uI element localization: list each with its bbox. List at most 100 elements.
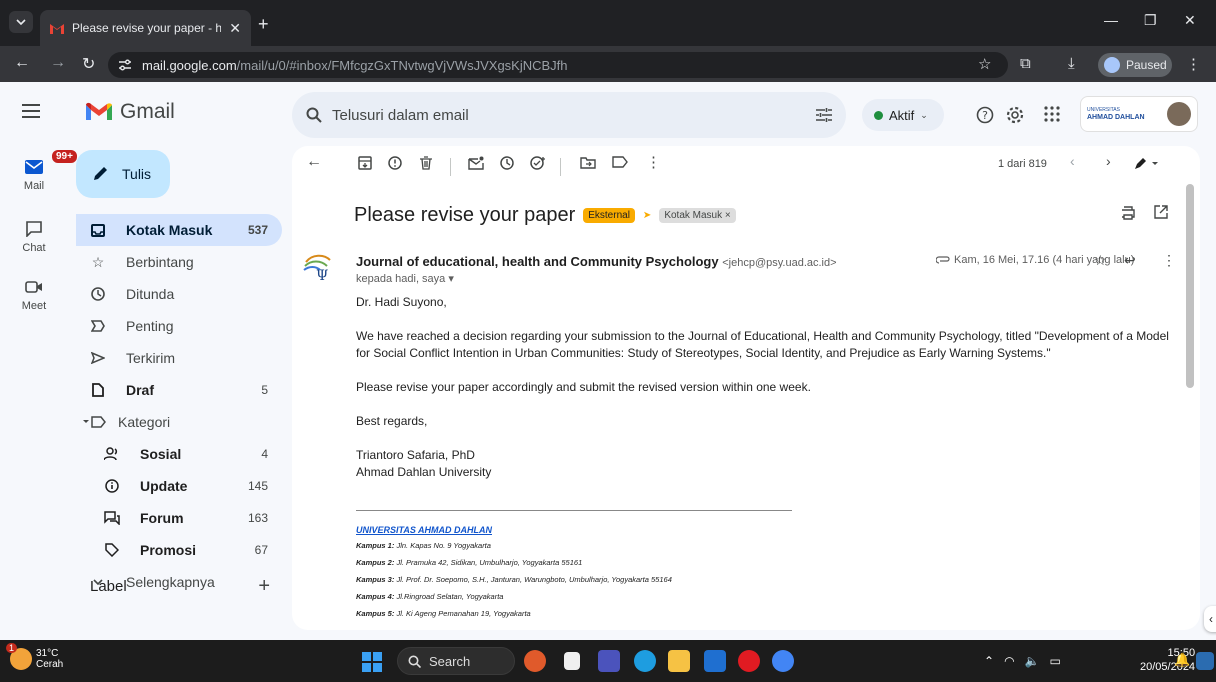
sidebar-item-count: 5: [261, 383, 268, 397]
extensions-icon[interactable]: ⧉: [1020, 55, 1031, 72]
gmail-header: Gmail Telusuri dalam email Aktif ⌄ ? UNI…: [0, 82, 1216, 146]
older-button[interactable]: ›: [1106, 153, 1111, 169]
help-icon[interactable]: ?: [976, 106, 994, 124]
weather-badge: 1: [6, 643, 18, 653]
sidebar-item-starred[interactable]: ☆ Berbintang: [76, 246, 282, 278]
inbox-label-chip[interactable]: Kotak Masuk ×: [659, 208, 736, 223]
downloads-icon[interactable]: ⤓: [1068, 55, 1075, 72]
open-new-window-icon[interactable]: [1154, 205, 1168, 219]
notification-bell-icon[interactable]: 🔔: [1174, 652, 1190, 668]
news-widget-icon[interactable]: [524, 650, 546, 672]
add-task-icon[interactable]: [530, 156, 546, 170]
wifi-icon[interactable]: ◠: [1004, 654, 1014, 668]
sidebar-item-inbox[interactable]: Kotak Masuk 537: [76, 214, 282, 246]
minimize-button[interactable]: —: [1104, 12, 1118, 28]
bookmark-star-icon[interactable]: ☆: [978, 55, 991, 73]
sidebar-item-social[interactable]: Sosial 4: [76, 438, 282, 470]
search-bar[interactable]: Telusuri dalam email: [292, 92, 846, 138]
mark-unread-icon[interactable]: [468, 156, 484, 170]
battery-icon[interactable]: ▭: [1050, 654, 1061, 668]
report-spam-icon[interactable]: [388, 156, 402, 170]
more-options-icon[interactable]: ⋮: [646, 153, 661, 171]
task-view-icon[interactable]: [564, 652, 580, 670]
file-explorer-icon[interactable]: [668, 650, 690, 672]
gmail-logo[interactable]: Gmail: [86, 100, 175, 124]
more-options-icon[interactable]: ⋮: [1162, 252, 1176, 269]
delete-icon[interactable]: [420, 156, 432, 170]
sidebar-item-label: Kategori: [118, 414, 171, 430]
importance-marker-icon[interactable]: ➤: [643, 210, 651, 221]
edge-icon[interactable]: [634, 650, 656, 672]
settings-gear-icon[interactable]: [1006, 106, 1024, 124]
sidebar-item-categories[interactable]: Kategori: [76, 406, 282, 438]
apps-grid-icon[interactable]: [1044, 106, 1060, 122]
chat-icon: [18, 218, 50, 240]
journal-avatar[interactable]: Ψ: [302, 250, 334, 286]
account-button[interactable]: UNIVERSITAS AHMAD DAHLAN: [1080, 96, 1198, 132]
opera-icon[interactable]: [738, 650, 760, 672]
new-tab-button[interactable]: +: [258, 14, 269, 35]
archive-icon[interactable]: [358, 156, 372, 170]
mail-app-icon[interactable]: [704, 650, 726, 672]
sender-name[interactable]: Journal of educational, health and Commu…: [356, 254, 837, 269]
sidebar-item-important[interactable]: Penting: [76, 310, 282, 342]
search-options-icon[interactable]: [816, 108, 832, 122]
newer-button[interactable]: ‹: [1070, 153, 1075, 169]
sidebar-item-updates[interactable]: Update 145: [76, 470, 282, 502]
search-icon[interactable]: [306, 107, 322, 123]
add-label-button[interactable]: +: [258, 576, 270, 596]
search-input[interactable]: Telusuri dalam email: [332, 107, 806, 124]
star-icon[interactable]: ☆: [1094, 252, 1107, 269]
compose-button[interactable]: Tulis: [76, 150, 170, 198]
sidebar-item-snoozed[interactable]: Ditunda: [76, 278, 282, 310]
external-label-chip[interactable]: Eksternal: [583, 208, 635, 223]
campus-address: Jl. Pramuka 42, Sidikan, Umbulharjo, Yog…: [396, 558, 583, 567]
windows-start-icon[interactable]: [362, 652, 382, 672]
rail-mail[interactable]: 99+ Mail: [0, 148, 79, 192]
tab-close-icon[interactable]: ✕: [229, 20, 241, 37]
teams-icon[interactable]: [598, 650, 620, 672]
taskbar-search[interactable]: Search: [397, 647, 515, 675]
side-panel-toggle[interactable]: ‹: [1204, 606, 1216, 632]
sidebar-item-sent[interactable]: Terkirim: [76, 342, 282, 374]
print-icon[interactable]: [1120, 206, 1136, 220]
main-menu-icon[interactable]: [22, 104, 40, 118]
recipients-toggle[interactable]: kepada hadi, saya ▾: [356, 272, 454, 285]
profile-button[interactable]: Paused: [1098, 53, 1172, 77]
forward-button[interactable]: →: [50, 54, 66, 72]
status-selector[interactable]: Aktif ⌄: [862, 99, 944, 131]
volume-icon[interactable]: 🔈: [1025, 654, 1040, 668]
browser-tab[interactable]: Please revise your paper - hadi. ✕: [40, 10, 251, 46]
reload-button[interactable]: ↻: [82, 54, 95, 74]
sidebar-item-promotions[interactable]: Promosi 67: [76, 534, 282, 566]
back-to-inbox-button[interactable]: ←: [306, 153, 322, 171]
back-button[interactable]: ←: [14, 54, 30, 72]
sidebar-item-forums[interactable]: Forum 163: [76, 502, 282, 534]
snooze-clock-icon[interactable]: [500, 156, 514, 170]
org-logo-line2: AHMAD DAHLAN: [1087, 114, 1145, 121]
chevron-down-icon: ⌄: [920, 109, 928, 120]
browser-menu-icon[interactable]: ⋮: [1186, 55, 1201, 73]
signature-university-link[interactable]: UNIVERSITAS AHMAD DAHLAN: [356, 525, 792, 535]
tray-overflow-icon[interactable]: ⌃: [984, 654, 994, 668]
sidebar-item-drafts[interactable]: Draf 5: [76, 374, 282, 406]
input-tools-icon[interactable]: [1134, 156, 1160, 170]
reply-icon[interactable]: ↩: [1124, 252, 1136, 269]
move-to-folder-icon[interactable]: [580, 156, 596, 169]
important-icon: [88, 320, 108, 332]
rail-meet[interactable]: Meet: [0, 276, 68, 312]
label-icon[interactable]: [612, 156, 628, 168]
profile-status: Paused: [1126, 58, 1167, 72]
chrome-icon[interactable]: [772, 650, 794, 672]
weather-widget[interactable]: 1 31°C Cerah: [6, 643, 63, 670]
chevron-left-icon: ‹: [1209, 612, 1213, 626]
restore-button[interactable]: ❐: [1144, 12, 1157, 29]
tab-search-button[interactable]: [9, 11, 33, 33]
site-info-icon[interactable]: [118, 59, 132, 71]
sidebar-item-label: Sosial: [140, 446, 182, 462]
address-bar[interactable]: mail.google.com/mail/u/0/#inbox/FMfcgzGx…: [108, 52, 1008, 78]
scrollbar-thumb[interactable]: [1186, 184, 1194, 388]
close-window-button[interactable]: ✕: [1184, 12, 1196, 29]
rail-chat[interactable]: Chat: [0, 218, 68, 254]
profile-tray-icon[interactable]: [1196, 652, 1214, 670]
